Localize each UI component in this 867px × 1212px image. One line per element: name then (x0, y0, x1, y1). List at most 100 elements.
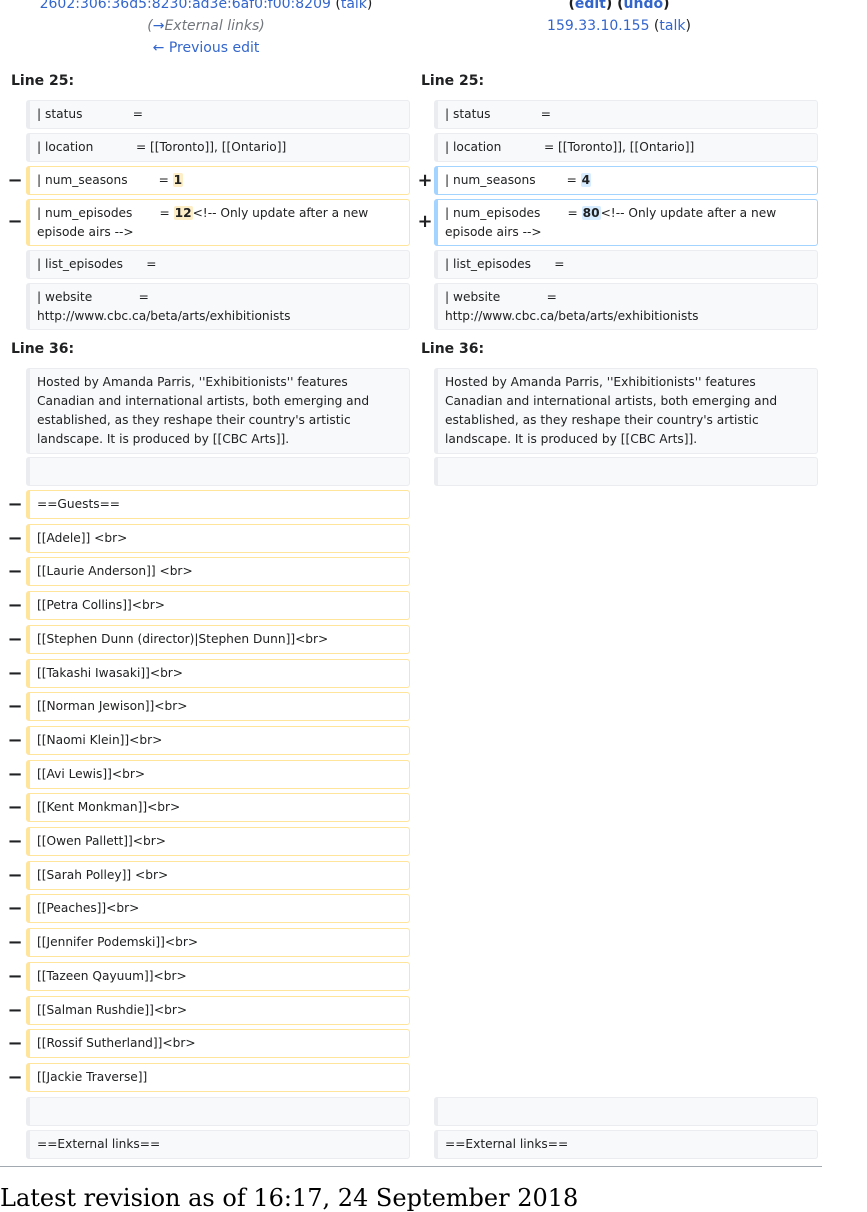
old-revision-talk-link[interactable]: talk (341, 0, 367, 12)
diff-change-row: − | num_episodes = 12<!-- Only update af… (0, 199, 822, 246)
new-revision-talk-link[interactable]: talk (659, 18, 685, 34)
context-cell-new: | list_episodes = (434, 250, 818, 279)
diff-context-row: | status = | status = (0, 100, 822, 129)
new-revision-user-link[interactable]: 159.33.10.155 (547, 18, 649, 34)
deleted-line: [[Kent Monkman]]<br> (26, 793, 410, 823)
context-cell-old: | list_episodes = (26, 250, 410, 279)
line-number-old: Line 25: (11, 73, 75, 89)
deleted-line: [[Adele]] <br> (26, 523, 410, 553)
diff-change-row: − [[Adele]] <br> (0, 523, 822, 553)
diff-change-row: − [[Stephen Dunn (director)|Stephen Dunn]… (0, 624, 822, 654)
deletion-marker: − (7, 763, 23, 785)
deletion-marker: − (7, 965, 23, 987)
edit-link[interactable]: edit (575, 0, 606, 12)
deletion-marker: − (7, 831, 23, 852)
old-revision-user-link[interactable]: 2602:306:36d5:8230:ad3e:6af0:f00:8209 (40, 0, 331, 12)
diff-context-row: Hosted by Amanda Parris, ''Exhibitionist… (0, 368, 822, 454)
context-cell-new: ==External links== (434, 1130, 818, 1159)
context-cell-old: ==External links== (26, 1130, 410, 1159)
deletion-marker: − (7, 561, 23, 583)
deleted-text: | num_seasons = (37, 173, 173, 187)
diff-context-row (0, 457, 822, 486)
line-number-new: Line 25: (421, 73, 485, 89)
empty-context-cell-new (434, 1097, 818, 1126)
diff-change-row: − [[Petra Collins]]<br> (0, 591, 822, 621)
context-paragraph-old: Hosted by Amanda Parris, ''Exhibitionist… (26, 368, 410, 454)
empty-context-cell-old (26, 457, 410, 486)
line-number-new: Line 36: (421, 341, 485, 357)
deleted-line: | num_episodes = 12<!-- Only update afte… (26, 199, 410, 246)
deleted-line: [[Sarah Polley]] <br> (26, 860, 410, 890)
deleted-line: [[Takashi Iwasaki]]<br> (26, 658, 410, 688)
line-number-old: Line 36: (11, 341, 75, 357)
context-cell-old: | status = (26, 100, 410, 129)
deletion-marker: − (7, 211, 23, 232)
diff-context-row: | list_episodes = | list_episodes = (0, 250, 822, 279)
deletion-marker: − (7, 662, 23, 684)
deletion-marker: − (7, 595, 23, 617)
diff-change-row: − ==Guests== (0, 490, 822, 519)
context-cell-new: | website = http://www.cbc.ca/beta/arts/… (434, 283, 818, 330)
diff-header-new: (edit) (undo) 159.33.10.155 (talk) (418, 0, 820, 37)
deletion-marker: − (7, 864, 23, 886)
deleted-line: [[Rossif Sutherland]]<br> (26, 1029, 410, 1059)
deletion-marker: − (7, 696, 23, 718)
deleted-word: 1 (172, 173, 184, 187)
addition-marker: + (417, 170, 433, 191)
deleted-line: [[Salman Rushdie]]<br> (26, 995, 410, 1025)
diff-change-row: − [[Laurie Anderson]] <br> (0, 557, 822, 587)
edit-summary: (→External links) (147, 18, 265, 34)
empty-context-cell-new (434, 457, 818, 486)
deleted-line: ==Guests== (26, 490, 410, 519)
diff-change-row: − [[Rossif Sutherland]]<br> (0, 1029, 822, 1059)
deleted-text: | num_episodes = (37, 206, 174, 220)
deletion-marker: − (7, 527, 23, 549)
diff-change-row: − [[Sarah Polley]] <br> (0, 860, 822, 890)
context-cell-old: | website = http://www.cbc.ca/beta/arts/… (26, 283, 410, 330)
deleted-line: [[Owen Pallett]]<br> (26, 827, 410, 856)
deleted-line: [[Norman Jewison]]<br> (26, 692, 410, 722)
deletion-marker: − (7, 1033, 23, 1055)
diff-change-row: − [[Salman Rushdie]]<br> (0, 995, 822, 1025)
deletion-marker: − (7, 797, 23, 819)
previous-edit-link[interactable]: ← Previous edit (153, 40, 260, 56)
deletion-marker: − (7, 898, 23, 920)
deletion-marker: − (7, 494, 23, 515)
deleted-line: [[Peaches]]<br> (26, 894, 410, 924)
diff-context-row (0, 1097, 822, 1126)
deletion-marker: − (7, 932, 23, 954)
deleted-word: 12 (173, 206, 193, 220)
diff-change-row: − [[Naomi Klein]]<br> (0, 725, 822, 755)
empty-context-cell-old (26, 1097, 410, 1126)
diff-change-row: − [[Jackie Traverse]] (0, 1062, 822, 1092)
added-word: 4 (580, 173, 592, 187)
added-text: | num_episodes = (445, 206, 582, 220)
context-cell-new: | status = (434, 100, 818, 129)
added-line: | num_episodes = 80<!-- Only update afte… (434, 199, 818, 246)
diff-context-row: | website = http://www.cbc.ca/beta/arts/… (0, 283, 822, 330)
diff-header: 2602:306:36d5:8230:ad3e:6af0:f00:8209 (t… (0, 0, 820, 63)
added-word: 80 (581, 206, 601, 220)
divider (0, 1166, 822, 1167)
deletion-marker: − (7, 1066, 23, 1088)
context-cell-old: | location = [[Toronto]], [[Ontario]] (26, 133, 410, 162)
context-cell-new: | location = [[Toronto]], [[Ontario]] (434, 133, 818, 162)
deletion-marker: − (7, 999, 23, 1021)
deleted-line: [[Laurie Anderson]] <br> (26, 557, 410, 587)
diff-change-row: − [[Norman Jewison]]<br> (0, 692, 822, 722)
diff-change-row: − [[Avi Lewis]]<br> (0, 759, 822, 789)
deleted-line: [[Naomi Klein]]<br> (26, 725, 410, 755)
diff-change-row: − [[Takashi Iwasaki]]<br> (0, 658, 822, 688)
added-text: | num_seasons = (445, 173, 581, 187)
summary-section-arrow-link[interactable]: → (153, 18, 165, 34)
deleted-line: [[Petra Collins]]<br> (26, 591, 410, 621)
diff-change-row: − | num_seasons = 1 + | num_seasons = 4 (0, 166, 822, 195)
diff-change-row: − [[Owen Pallett]]<br> (0, 827, 822, 856)
deleted-line: [[Tazeen Qayuum]]<br> (26, 961, 410, 991)
deleted-line: [[Avi Lewis]]<br> (26, 759, 410, 789)
diff-change-row: − [[Peaches]]<br> (0, 894, 822, 924)
deletion-marker: − (7, 628, 23, 650)
revision-heading: Latest revision as of 16:17, 24 Septembe… (0, 1184, 579, 1212)
undo-link[interactable]: undo (624, 0, 664, 12)
diff-context-row: | location = [[Toronto]], [[Ontario]] | … (0, 133, 822, 162)
